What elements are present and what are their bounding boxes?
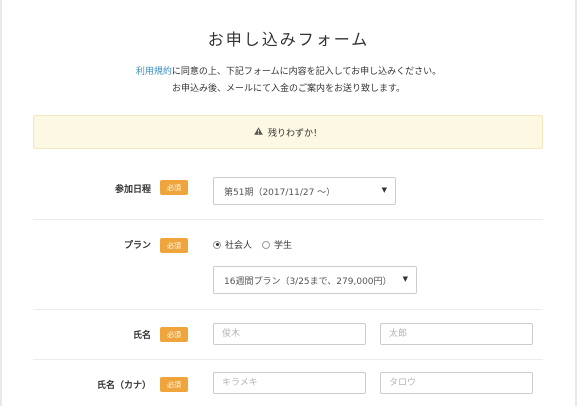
intro-line-1: 利用規約に同意の上、下記フォームに内容を記入してお申し込みください。	[0, 64, 577, 81]
intro-line-1-text: に同意の上、下記フォームに内容を記入してお申し込みください。	[171, 67, 442, 77]
schedule-label: 参加日程	[114, 185, 151, 195]
plan-label: プラン	[123, 241, 151, 251]
warning-icon-svg	[254, 126, 263, 135]
required-badge: 必須	[160, 327, 188, 342]
row-divider	[33, 359, 543, 360]
radio-option-student[interactable]: 学生	[262, 238, 292, 251]
name-kana-label: 氏名（カナ）	[96, 381, 151, 391]
page-border-left	[0, 0, 2, 406]
radio-student[interactable]	[262, 240, 271, 249]
plan-select[interactable]: 16週間プラン（3/25まで、279,000円） ▼	[213, 266, 417, 294]
required-badge: 必須	[160, 180, 188, 195]
intro-line-2: お申込み後、メールにて入金のご案内をお送り致します。	[171, 84, 406, 94]
first-name-input[interactable]	[380, 323, 533, 345]
radio-working[interactable]	[213, 240, 221, 249]
row-divider	[33, 309, 543, 310]
schedule-select[interactable]: 第51期（2017/11/27 〜） ▼	[213, 177, 396, 205]
required-badge: 必須	[160, 238, 188, 253]
schedule-select-value: 第51期（2017/11/27 〜）	[224, 187, 336, 198]
warning-icon	[254, 126, 263, 138]
name-label: 氏名	[132, 331, 151, 341]
terms-link[interactable]: 利用規約	[136, 67, 172, 77]
first-name-kana-input[interactable]	[380, 372, 533, 394]
radio-student-label: 学生	[274, 241, 293, 251]
plan-radio-group: 社会人 学生	[213, 238, 302, 251]
last-name-input[interactable]	[213, 323, 366, 345]
stock-notice: 残りわずか！	[33, 115, 543, 149]
last-name-kana-input[interactable]	[213, 372, 366, 394]
chevron-down-icon: ▼	[381, 186, 387, 194]
required-badge: 必須	[160, 377, 188, 392]
plan-select-value: 16週間プラン（3/25まで、279,000円）	[224, 276, 392, 287]
radio-working-label: 社会人	[225, 241, 253, 251]
page-title: お申し込みフォーム	[207, 30, 370, 49]
chevron-down-icon: ▼	[402, 275, 408, 283]
radio-option-working[interactable]: 社会人	[213, 238, 252, 251]
row-divider	[33, 219, 543, 220]
intro-text: 利用規約に同意の上、下記フォームに内容を記入してお申し込みください。 お申込み後…	[0, 64, 577, 98]
notice-text: 残りわずか！	[267, 128, 322, 139]
